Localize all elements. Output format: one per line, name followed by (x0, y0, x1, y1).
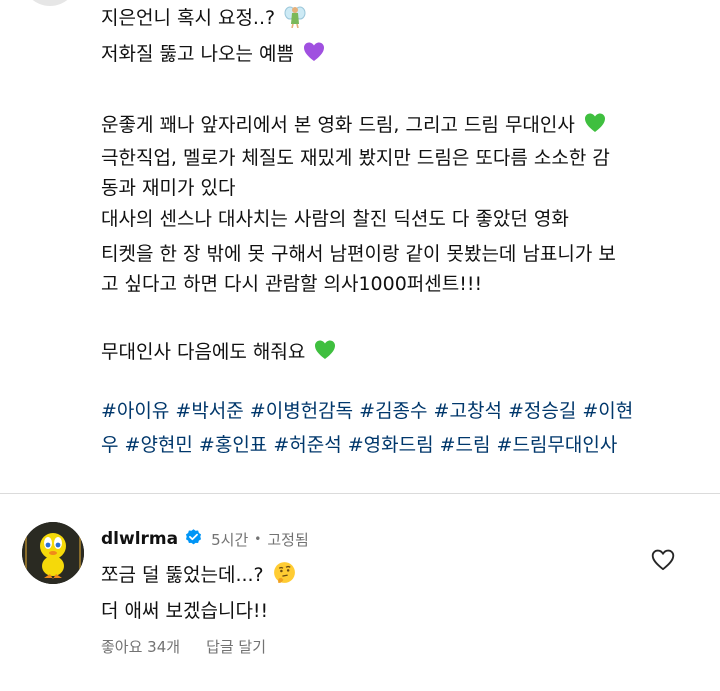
caption-line-5: 동과 재미가 있다 (101, 177, 236, 199)
reply-button[interactable]: 답글 달기 (206, 636, 266, 657)
hashtag-line-1[interactable]: #아이유 #박서준 #이병헌감독 #김종수 #고창석 #정승길 #이현 (101, 395, 633, 427)
caption-line-9: 무대인사 다음에도 해줘요 (101, 336, 337, 368)
verified-badge-icon (184, 528, 203, 551)
caption-line-6: 대사의 센스나 대사치는 사람의 찰진 딕션도 다 좋았던 영화 (101, 208, 569, 230)
comment-username[interactable]: dlwlrma (101, 529, 178, 549)
pinned-label: 고정됨 (267, 530, 309, 549)
purple-heart-emoji-icon (303, 42, 324, 61)
hashtag-line-2[interactable]: 우 #양현민 #홍인표 #허준석 #영화드림 #드림 #드림무대인사 (101, 429, 617, 461)
tweety-avatar-icon (22, 522, 84, 584)
heart-outline-icon (651, 549, 675, 571)
green-heart-emoji-icon (584, 113, 605, 132)
caption-line-8: 고 싶다고 하면 다시 관람할 의사1000퍼센트!!! (101, 273, 483, 295)
caption-line-1: 지은언니 혹시 요정..? (101, 2, 307, 34)
avatar[interactable] (22, 522, 84, 584)
previous-post-avatar[interactable] (22, 0, 78, 6)
comment-time: 5시간 (211, 530, 249, 549)
comment-line-2: 더 애써 보겠습니다!! (101, 600, 269, 622)
meta-separator: • (254, 532, 262, 546)
green-heart-emoji-icon (315, 340, 336, 359)
caption-line-3: 운좋게 꽤나 앞자리에서 본 영화 드림, 그리고 드림 무대인사 (101, 109, 607, 141)
comment-header: dlwlrma 5시간 • 고정됨 (101, 526, 309, 552)
divider (0, 493, 720, 494)
comment-text: 쪼금 덜 뚫었는데...? 더 애써 보겠습니다!! (101, 557, 297, 629)
comment-actions: 좋아요 34개 답글 달기 (101, 636, 266, 657)
fairy-emoji-icon (284, 6, 306, 28)
caption-line-7: 티켓을 한 장 밖에 못 구해서 남편이랑 같이 못봤는데 남표니가 보 (101, 243, 616, 265)
like-button[interactable] (650, 547, 676, 573)
caption-line-2: 저화질 뚫고 나오는 예쁨 (101, 38, 326, 70)
comment-line-1: 쪼금 덜 뚫었는데...? (101, 557, 297, 593)
likes-count[interactable]: 좋아요 34개 (101, 636, 180, 657)
caption-line-4: 극한직업, 멜로가 체질도 재밌게 봤지만 드림은 또다름 소소한 감 (101, 147, 610, 169)
thinking-face-emoji-icon (273, 562, 295, 583)
